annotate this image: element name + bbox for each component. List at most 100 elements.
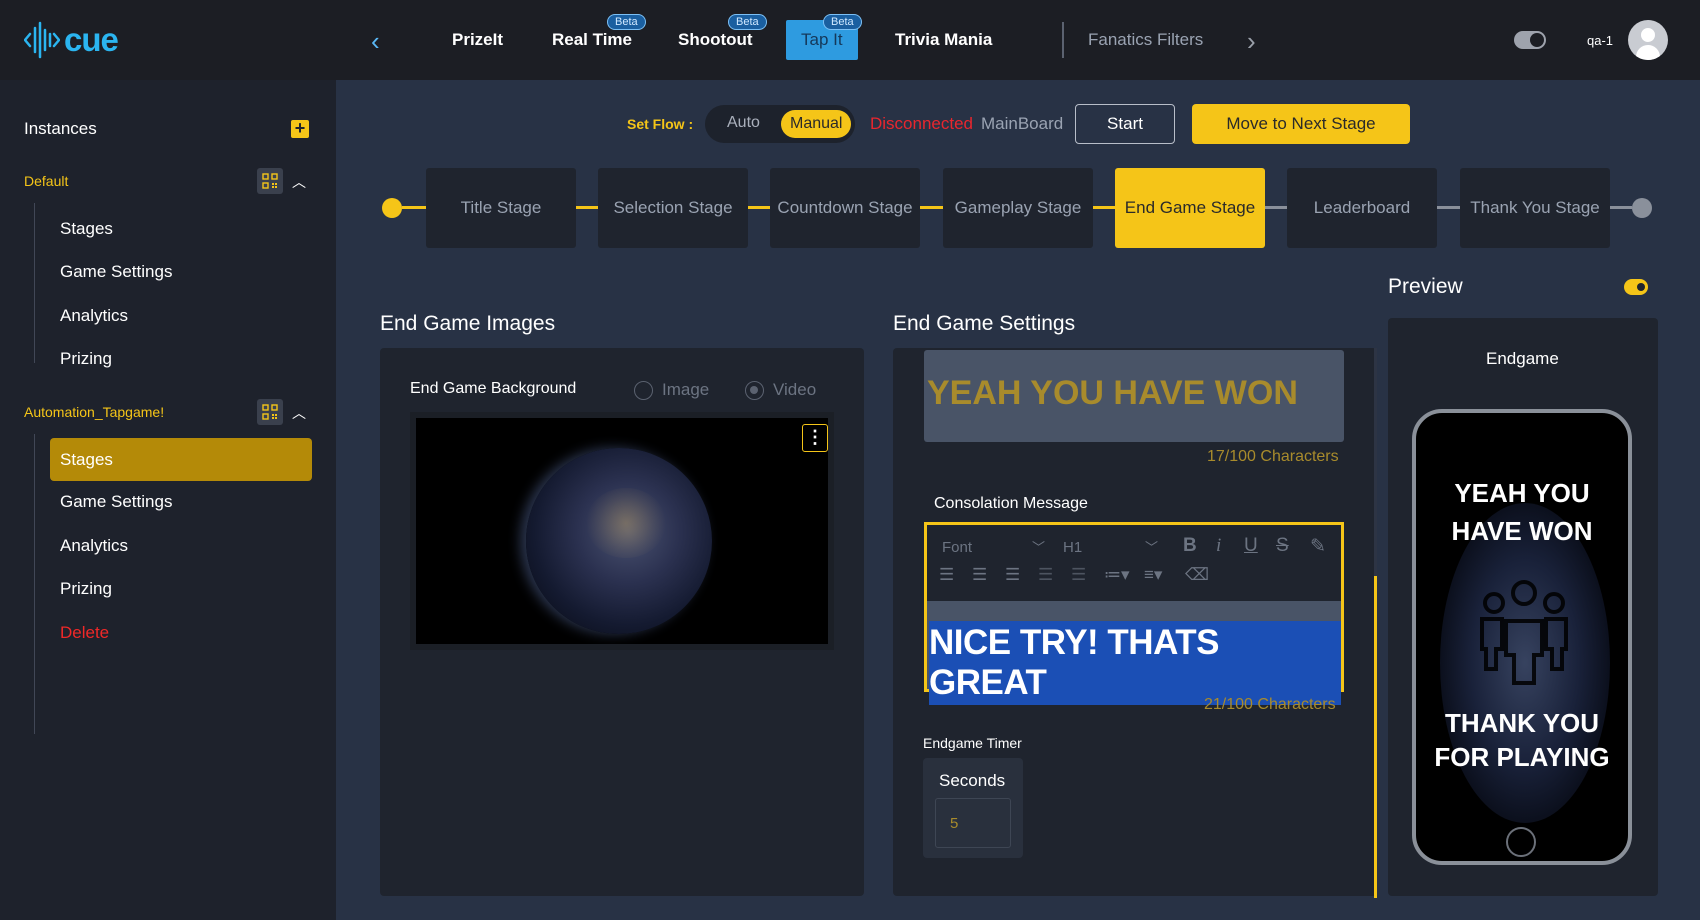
timeline-connector: [748, 206, 772, 209]
stage-gameplay[interactable]: Gameplay Stage: [943, 168, 1093, 248]
timeline-connector: [1093, 206, 1117, 209]
timeline-start-dot: [382, 198, 402, 218]
sidebar-item-stages-active[interactable]: Stages: [50, 438, 312, 481]
endgame-timer-box: Seconds 5: [923, 758, 1023, 858]
preview-title: Preview: [1388, 275, 1463, 298]
tab-shootout[interactable]: Shootout: [678, 30, 753, 50]
tab-real-time[interactable]: Real Time: [552, 30, 632, 50]
beta-badge: Beta: [823, 14, 862, 30]
consolation-message-editor[interactable]: Font ﹀ H1 ﹀ B i U S ✎ ☰ ☰ ☰ ☰ ☰ ≔▾ ≡▾ ⌫ …: [924, 522, 1344, 705]
instances-title: Instances: [24, 119, 97, 138]
strikethrough-icon[interactable]: S: [1276, 535, 1289, 557]
chevron-down-icon[interactable]: ﹀: [1032, 537, 1045, 556]
board-name: MainBoard: [981, 114, 1064, 133]
stage-leaderboard[interactable]: Leaderboard: [1287, 168, 1437, 248]
radio-circle-checked-icon: [745, 380, 764, 400]
ordered-list-icon[interactable]: ≔▾: [1104, 565, 1130, 585]
kebab-menu-icon[interactable]: ⋮: [802, 424, 828, 452]
radio-video[interactable]: Video: [745, 380, 816, 400]
preview-win-line-1: YEAH YOU: [1454, 478, 1590, 508]
tab-fanatics-filters[interactable]: Fanatics Filters: [1088, 30, 1203, 50]
indent-icon[interactable]: ☰: [1071, 565, 1086, 585]
sidebar-item-delete[interactable]: Delete: [60, 623, 109, 643]
outdent-icon[interactable]: ☰: [1038, 565, 1053, 585]
user-name: qa-1: [1587, 33, 1614, 48]
timeline-connector: [1265, 206, 1289, 209]
align-right-icon[interactable]: ☰: [1005, 565, 1020, 585]
people-group-icon: [1480, 580, 1568, 685]
timeline-connector: [1437, 206, 1461, 209]
preview-toggle[interactable]: [1624, 279, 1648, 295]
tree-line: [34, 434, 35, 734]
start-button[interactable]: Start: [1075, 104, 1175, 144]
highlight-brush-icon[interactable]: ✎: [1310, 535, 1326, 558]
bullet-list-icon[interactable]: ≡▾: [1144, 565, 1162, 585]
eraser-icon[interactable]: ⌫: [1185, 565, 1209, 585]
stage-end-game[interactable]: End Game Stage: [1115, 168, 1265, 248]
seconds-input[interactable]: 5: [935, 798, 1011, 848]
sidebar-item-game-settings[interactable]: Game Settings: [60, 492, 172, 512]
top-bar: cue ‹ PrizeIt Real Time Beta Shootout Be…: [0, 0, 1700, 80]
chevron-left-icon[interactable]: ‹: [371, 26, 380, 57]
set-flow-label: Set Flow :: [627, 116, 694, 132]
chevron-down-icon[interactable]: ﹀: [1145, 537, 1158, 556]
end-game-title-value: YEAH YOU HAVE WON: [927, 374, 1298, 412]
add-instance-button[interactable]: +: [291, 119, 309, 138]
stage-title[interactable]: Title Stage: [426, 168, 576, 248]
italic-icon[interactable]: i: [1216, 535, 1221, 557]
sidebar-item-prizing[interactable]: Prizing: [60, 579, 112, 599]
background-video-preview[interactable]: ⋮: [410, 412, 834, 650]
consolation-char-count: 21/100 Characters: [1204, 696, 1336, 713]
heading-select[interactable]: H1: [1063, 539, 1082, 556]
seconds-label: Seconds: [939, 771, 1006, 790]
qr-code-icon: [262, 404, 278, 420]
instance-automation-tapgame[interactable]: Automation_Tapgame!: [24, 404, 164, 420]
theme-toggle-icon[interactable]: [1514, 31, 1546, 49]
flow-manual-option[interactable]: Manual: [781, 110, 852, 138]
beta-badge: Beta: [728, 14, 767, 30]
timeline-connector: [920, 206, 944, 209]
qr-code-button[interactable]: [257, 399, 283, 425]
tab-trivia-mania[interactable]: Trivia Mania: [895, 30, 992, 50]
bold-icon[interactable]: B: [1183, 535, 1197, 557]
consolation-message-text[interactable]: NICE TRY! THATS GREAT: [929, 621, 1341, 705]
align-center-icon[interactable]: ☰: [972, 565, 987, 585]
stage-countdown[interactable]: Countdown Stage: [770, 168, 920, 248]
preview-thanks-line-2: FOR PLAYING: [1434, 742, 1610, 772]
avatar[interactable]: [1628, 20, 1668, 60]
preview-screen-label: Endgame: [1486, 349, 1559, 368]
flow-auto-option[interactable]: Auto: [727, 114, 760, 132]
sidebar-item-game-settings[interactable]: Game Settings: [60, 262, 172, 282]
chevron-up-icon[interactable]: ︿: [292, 172, 306, 192]
chevron-right-icon[interactable]: ›: [1247, 26, 1256, 57]
flow-mode-switch: Auto Manual: [705, 105, 855, 143]
endgame-timer-label: Endgame Timer: [923, 735, 1022, 751]
timeline-connector: [1610, 206, 1632, 209]
move-next-stage-button[interactable]: Move to Next Stage: [1192, 104, 1410, 144]
cue-logo[interactable]: cue: [24, 20, 119, 60]
align-left-icon[interactable]: ☰: [939, 565, 954, 585]
stage-selection[interactable]: Selection Stage: [598, 168, 748, 248]
logo-text: cue: [64, 21, 119, 58]
chevron-up-icon[interactable]: ︿: [292, 403, 306, 423]
qr-code-icon: [262, 173, 278, 189]
tab-prizeit[interactable]: PrizeIt: [452, 30, 503, 50]
phone-home-button: [1506, 827, 1536, 857]
timeline-connector: [402, 206, 426, 209]
radio-video-label: Video: [773, 380, 817, 399]
radio-image[interactable]: Image: [634, 380, 709, 400]
font-select[interactable]: Font: [942, 539, 972, 556]
sidebar-item-analytics[interactable]: Analytics: [60, 536, 128, 556]
tree-line: [34, 203, 35, 363]
qr-code-button[interactable]: [257, 168, 283, 194]
sidebar-item-stages[interactable]: Stages: [60, 219, 113, 239]
instance-default[interactable]: Default: [24, 173, 68, 189]
sidebar-item-prizing[interactable]: Prizing: [60, 349, 112, 369]
editor-content-area[interactable]: NICE TRY! THATS GREAT: [927, 601, 1341, 705]
sidebar-item-analytics[interactable]: Analytics: [60, 306, 128, 326]
earth-globe-image: [526, 448, 712, 634]
stage-thank-you[interactable]: Thank You Stage: [1460, 168, 1610, 248]
radio-circle-icon: [634, 380, 653, 400]
settings-scrollbar-thumb[interactable]: [1374, 576, 1377, 898]
underline-icon[interactable]: U: [1244, 535, 1258, 557]
